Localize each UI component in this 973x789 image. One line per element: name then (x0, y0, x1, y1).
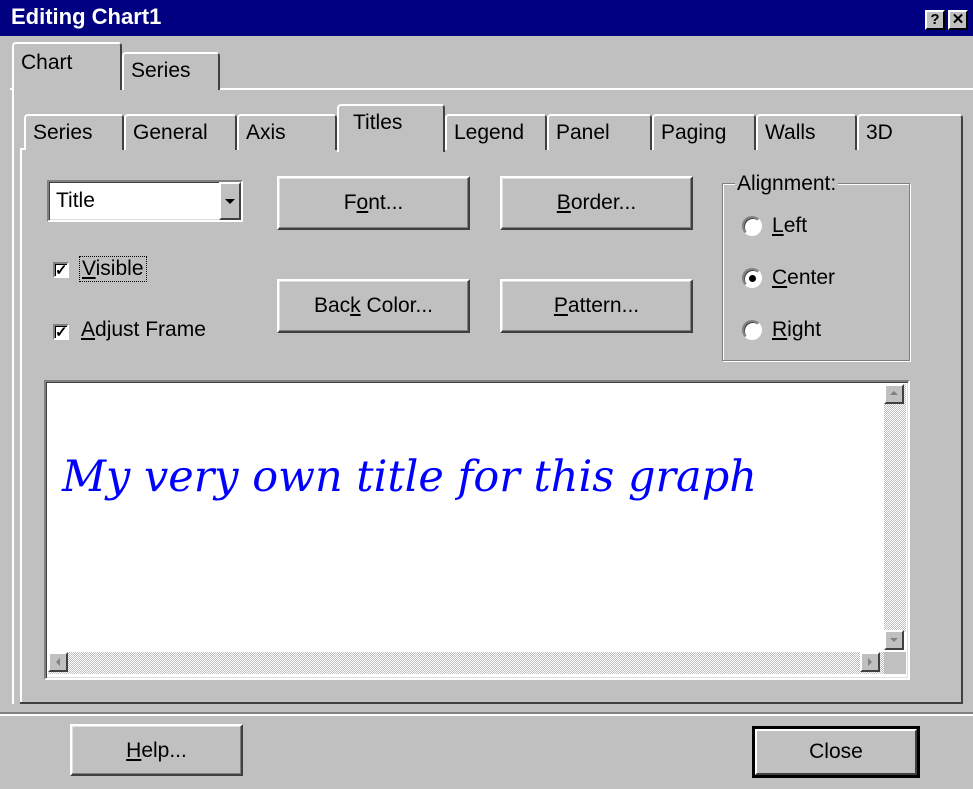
help-icon[interactable]: ? (925, 10, 945, 30)
tab-general-label: General (133, 121, 208, 144)
align-center-radio[interactable] (742, 268, 762, 288)
border-button[interactable]: Border... (500, 176, 693, 230)
vertical-scrollbar[interactable] (884, 384, 906, 632)
chevron-down-icon (225, 199, 235, 204)
panel-bottom-edge (20, 702, 963, 704)
visible-label[interactable]: Visible (79, 256, 147, 282)
arrow-down-icon (890, 638, 898, 642)
tab-3d-label: 3D (866, 121, 893, 144)
separator-highlight (0, 714, 973, 716)
tab-titles-label: Titles (353, 111, 403, 134)
panel-left-edge (20, 148, 22, 704)
align-center-label[interactable]: Center (772, 266, 835, 290)
tab-panel-label: Panel (556, 121, 610, 144)
close-button-label: Close (755, 729, 917, 775)
tab-walls[interactable]: Walls (756, 114, 857, 150)
alignment-legend: Alignment: (735, 172, 839, 196)
radio-selected-dot (749, 275, 756, 282)
horizontal-scrollbar[interactable] (48, 652, 884, 674)
title-text[interactable]: My very own title for this graph (62, 452, 757, 502)
tab-chart-label: Chart (21, 51, 73, 74)
back-color-button[interactable]: Back Color... (277, 279, 470, 333)
align-left-radio[interactable] (742, 216, 762, 236)
title-select-value: Title (56, 189, 95, 212)
tab-series-outer[interactable]: Series (122, 52, 220, 90)
visible-checkbox[interactable]: ✓ (53, 262, 69, 278)
window-title: Editing Chart1 (11, 4, 162, 29)
adjust-frame-checkbox[interactable]: ✓ (53, 324, 69, 340)
arrow-up-icon (890, 391, 898, 395)
tab-titles[interactable]: Titles (337, 104, 445, 152)
tab-general[interactable]: General (124, 114, 237, 150)
arrow-left-icon (56, 658, 60, 666)
tab-paging[interactable]: Paging (652, 114, 756, 150)
font-button[interactable]: Font... (277, 176, 470, 230)
tab-series-label: Series (33, 121, 93, 144)
arrow-right-icon (868, 658, 872, 666)
help-button[interactable]: Help... (70, 724, 243, 776)
title-text-memo[interactable]: My very own title for this graph (44, 380, 910, 680)
scroll-down-button[interactable] (884, 630, 904, 650)
tab-chart[interactable]: Chart (12, 42, 122, 90)
tab-walls-label: Walls (765, 121, 816, 144)
adjust-frame-label[interactable]: Adjust Frame (81, 318, 206, 342)
tab-paging-label: Paging (661, 121, 727, 144)
close-button[interactable]: Close (752, 726, 920, 778)
dropdown-button[interactable] (219, 182, 241, 220)
tab-legend-label: Legend (454, 121, 525, 144)
scroll-corner (884, 652, 906, 674)
tab-series[interactable]: Series (24, 114, 124, 150)
align-left-label[interactable]: Left (772, 214, 807, 238)
align-right-label[interactable]: Right (772, 318, 821, 342)
title-select[interactable]: Title (47, 180, 243, 222)
outer-panel-left-edge (12, 90, 14, 704)
tab-panel[interactable]: Panel (547, 114, 652, 150)
tab-axis-label: Axis (246, 121, 286, 144)
tab-series-outer-label: Series (131, 59, 191, 82)
scroll-up-button[interactable] (884, 384, 904, 404)
scroll-right-button[interactable] (860, 652, 880, 672)
align-right-radio[interactable] (742, 320, 762, 340)
tab-legend[interactable]: Legend (445, 114, 547, 150)
panel-right-edge (961, 150, 963, 704)
scroll-left-button[interactable] (48, 652, 68, 672)
tab-axis[interactable]: Axis (237, 114, 337, 150)
pattern-button[interactable]: Pattern... (500, 279, 693, 333)
close-icon[interactable]: ✕ (948, 10, 968, 30)
tab-3d[interactable]: 3D (857, 114, 963, 150)
